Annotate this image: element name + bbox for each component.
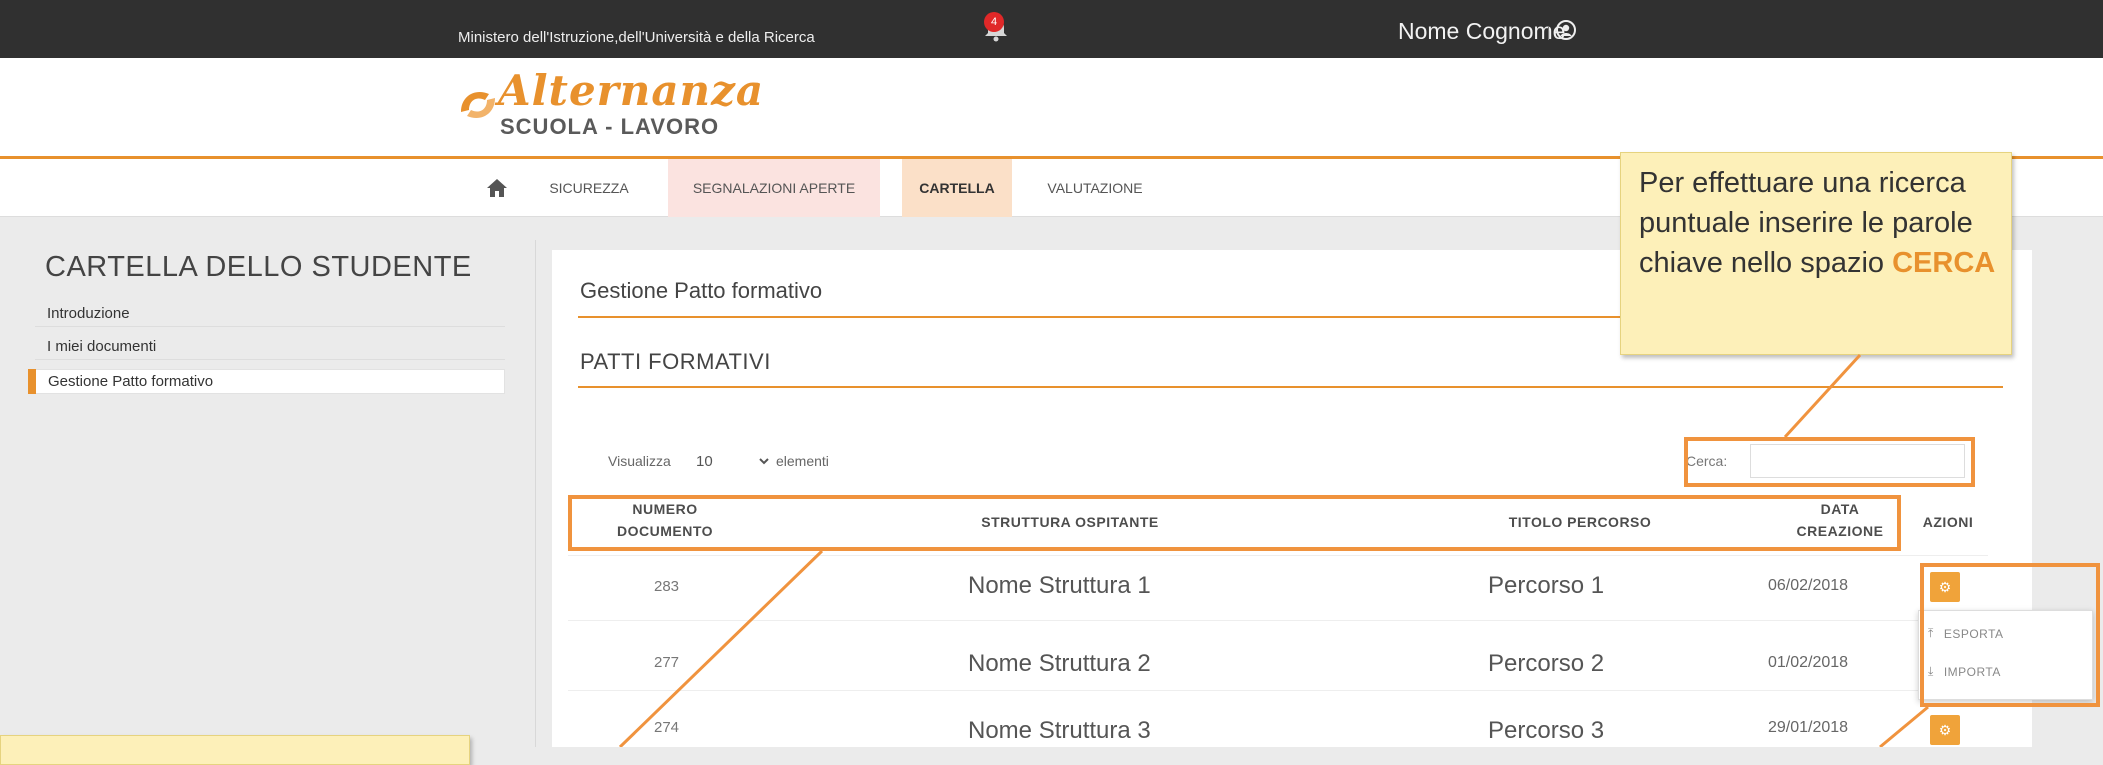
row-separator [568,620,1988,621]
sidebar-item-documenti[interactable]: I miei documenti [35,335,505,360]
actions-highlight-box [1920,563,2100,707]
tab-valutazione[interactable]: VALUTAZIONE [1030,159,1160,217]
user-icon[interactable] [1556,20,1576,40]
show-entries-prefix: Visualizza [608,453,671,469]
row1-data: 06/02/2018 [1768,577,1849,594]
row2-data: 01/02/2018 [1768,654,1849,671]
row3-data: 29/01/2018 [1768,719,1849,736]
tab-sicurezza[interactable]: SICUREZZA [534,159,644,217]
sidebar-divider [535,240,536,747]
entries-per-page-select[interactable]: 10 [692,446,772,476]
tab-cartella[interactable]: CARTELLA [902,159,1012,217]
panel-title: Gestione Patto formativo [580,278,823,303]
row1-titolo: Percorso 1 [1488,572,1605,599]
notification-badge: 4 [984,12,1004,32]
row3-actions-gear-icon[interactable]: ⚙ [1930,715,1960,745]
sidebar-item-patto-formativo[interactable]: Gestione Patto formativo [35,369,505,394]
search-highlight-box [1684,437,1975,487]
row3-struttura: Nome Struttura 3 [968,717,1151,744]
user-name[interactable]: Nome Cognome [1398,18,1565,45]
row3-numero: 274 [654,719,680,736]
show-entries-suffix: elementi [776,453,829,469]
row-separator [568,690,1988,691]
search-callout-text: Per effettuare una ricerca puntuale inse… [1639,163,2019,283]
callout-emphasis: CERCA [1892,247,1996,279]
header-highlight-box [568,495,1901,551]
alternanza-logo-icon[interactable] [455,82,501,128]
top-bar [0,0,2103,58]
section-title: PATTI FORMATIVI [580,349,771,374]
logo-band [0,58,2103,156]
user-separator [1548,26,1549,40]
section-title-rule [578,386,2003,388]
row1-numero: 283 [654,578,680,595]
logo-subtitle: SCUOLA - LAVORO [500,114,720,139]
header-separator [568,555,1988,556]
row3-titolo: Percorso 3 [1488,717,1605,744]
sidebar-item-introduzione[interactable]: Introduzione [35,302,505,327]
row1-struttura: Nome Struttura 1 [968,572,1151,599]
row2-titolo: Percorso 2 [1488,650,1605,677]
row2-struttura: Nome Struttura 2 [968,650,1151,677]
sidebar-active-marker [28,369,36,394]
logo-title: Alternanza [498,66,765,115]
home-icon[interactable] [486,178,508,198]
row2-numero: 277 [654,654,680,671]
sidebar-title: CARTELLA DELLO STUDENTE [45,251,472,283]
tab-segnalazioni-aperte[interactable]: SEGNALAZIONI APERTE [668,159,880,217]
ministry-name: Ministero dell'Istruzione,dell'Universit… [458,29,815,46]
col-azioni: AZIONI [1922,514,1974,530]
header-callout [0,735,470,765]
